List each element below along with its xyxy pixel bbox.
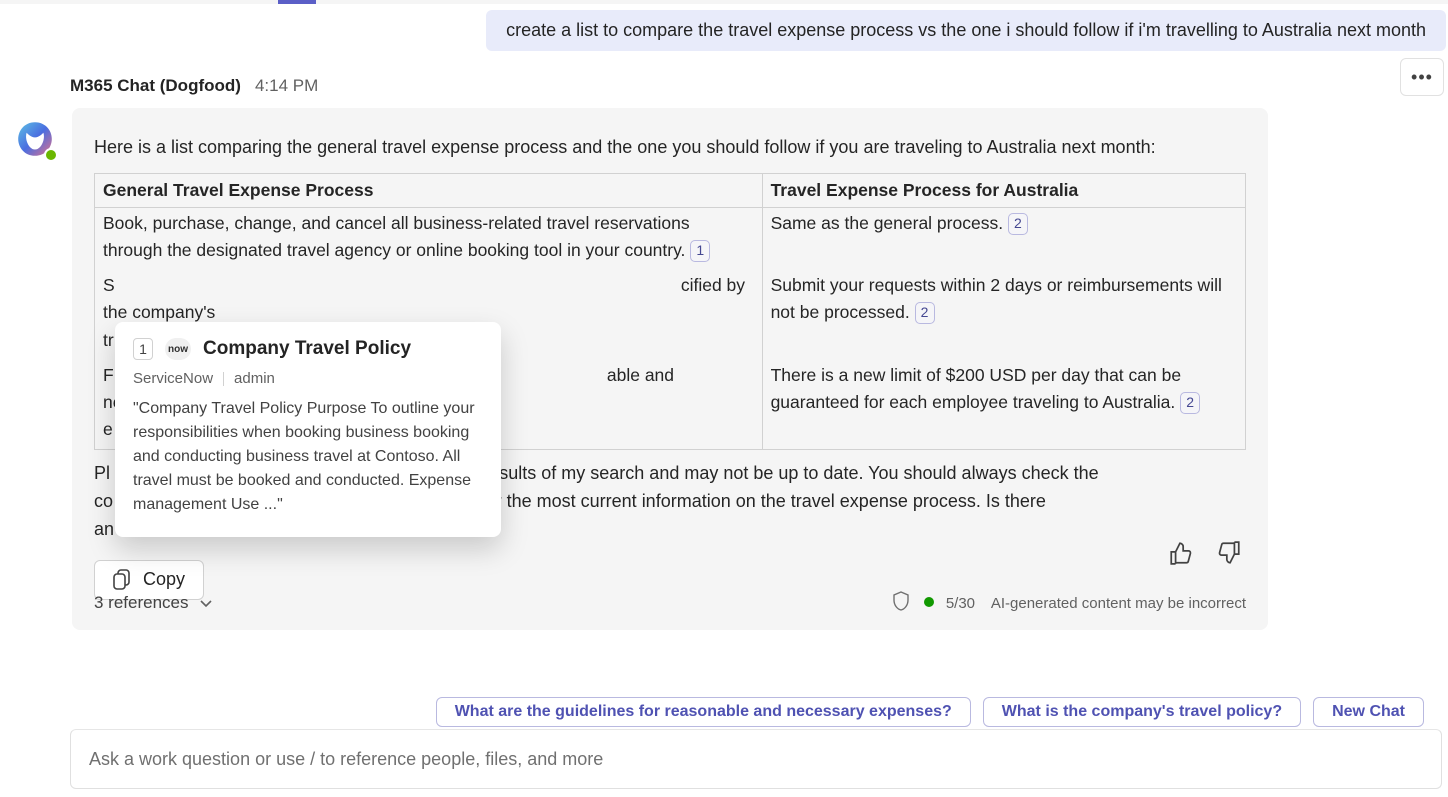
citation-title[interactable]: Company Travel Policy <box>203 338 411 360</box>
compose-input-bar[interactable] <box>70 729 1442 789</box>
thumbs-down-icon <box>1216 540 1242 566</box>
copy-button-label: Copy <box>143 569 185 590</box>
cell-text: There is a new limit of $200 USD per day… <box>771 365 1182 412</box>
presence-indicator <box>44 148 58 162</box>
footnote-fragment: tment for the most current information o… <box>431 491 1046 511</box>
cell-text-fragment: e <box>103 419 113 439</box>
citation-popover: 1 now Company Travel Policy ServiceNow a… <box>115 322 501 537</box>
status-dot <box>924 597 934 607</box>
compose-input[interactable] <box>89 749 1423 770</box>
copy-icon <box>113 569 133 591</box>
citation-badge[interactable]: 1 <box>690 240 710 262</box>
cell-text: Book, purchase, change, and cancel all b… <box>103 213 690 260</box>
citation-badge[interactable]: 2 <box>1008 213 1028 235</box>
user-message-text: create a list to compare the travel expe… <box>506 20 1426 40</box>
cell-text-fragment: S <box>103 275 115 295</box>
bot-avatar <box>14 118 56 160</box>
cell-text: Same as the general process. <box>771 213 1004 233</box>
cell-text-fragment: tr <box>103 330 114 350</box>
suggestion-chip[interactable]: What is the company's travel policy? <box>983 697 1301 727</box>
message-more-button[interactable]: ••• <box>1400 58 1444 96</box>
servicenow-logo: now <box>165 338 191 360</box>
table-row: Book, purchase, change, and cancel all b… <box>95 208 1246 271</box>
col-header-general: General Travel Expense Process <box>95 174 763 208</box>
usage-counter: 5/30 <box>946 595 975 612</box>
ai-disclaimer: AI-generated content may be incorrect <box>991 595 1246 612</box>
references-label: 3 references <box>94 593 189 613</box>
suggestion-chip[interactable]: What are the guidelines for reasonable a… <box>436 697 971 727</box>
separator <box>223 372 224 386</box>
response-intro: Here is a list comparing the general tra… <box>72 134 1268 161</box>
footnote-fragment: Pl <box>94 463 110 483</box>
col-header-australia: Travel Expense Process for Australia <box>762 174 1245 208</box>
cell-text: Submit your requests within 2 days or re… <box>771 275 1222 322</box>
thumbs-up-button[interactable] <box>1168 540 1194 570</box>
table-header-row: General Travel Expense Process Travel Ex… <box>95 174 1246 208</box>
citation-badge[interactable]: 2 <box>915 302 935 324</box>
citation-source: ServiceNow <box>133 370 213 387</box>
shield-icon <box>892 591 910 616</box>
cell-text-fragment: cified by the company's <box>103 275 745 322</box>
user-message-bubble: create a list to compare the travel expe… <box>486 10 1446 51</box>
more-icon: ••• <box>1411 67 1433 88</box>
chevron-down-icon <box>199 596 213 610</box>
citation-body: "Company Travel Policy Purpose To outlin… <box>133 397 483 517</box>
footnote-fragment: n the results of my search and may not b… <box>438 463 1098 483</box>
thumbs-up-icon <box>1168 540 1194 566</box>
citation-author: admin <box>234 370 275 387</box>
thumbs-down-button[interactable] <box>1216 540 1242 570</box>
citation-badge[interactable]: 2 <box>1180 392 1200 414</box>
sender-time: 4:14 PM <box>255 76 318 96</box>
footnote-fragment: an <box>94 519 114 539</box>
sender-name: M365 Chat (Dogfood) <box>70 76 241 96</box>
new-chat-button[interactable]: New Chat <box>1313 697 1424 727</box>
references-toggle[interactable]: 3 references <box>94 593 213 613</box>
footnote-fragment: co <box>94 491 113 511</box>
citation-number: 1 <box>133 338 153 360</box>
cell-text-fragment: F <box>103 365 114 385</box>
active-tab-indicator <box>278 0 316 4</box>
top-divider <box>0 0 1448 4</box>
